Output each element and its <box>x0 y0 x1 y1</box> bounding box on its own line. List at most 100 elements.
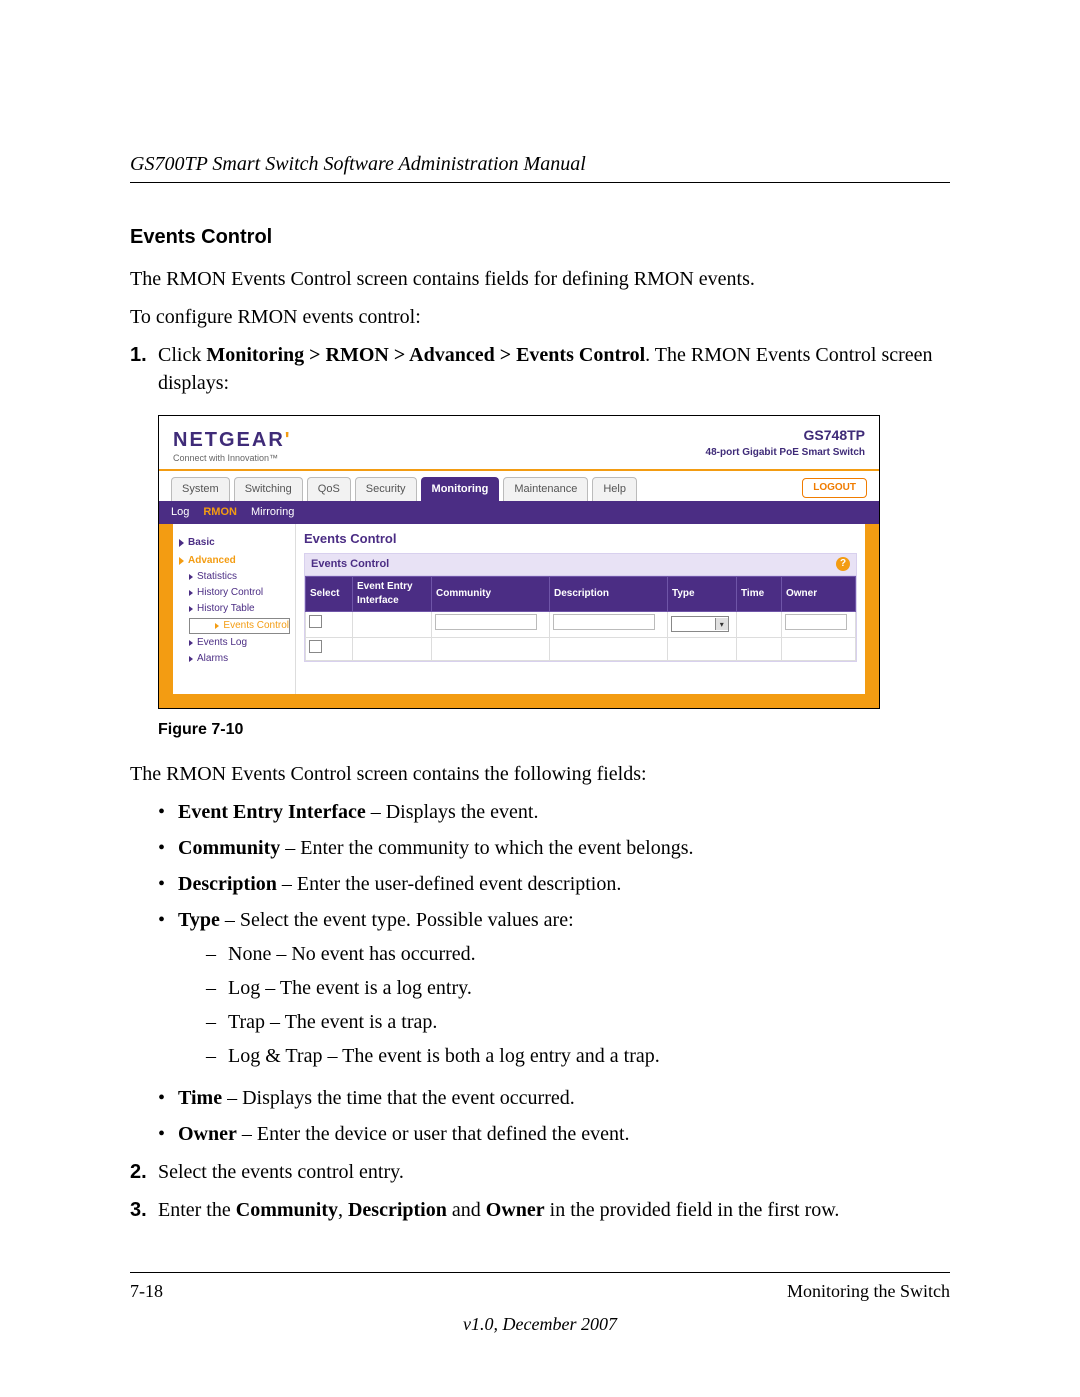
side-basic-label: Basic <box>188 536 215 550</box>
side-history-control[interactable]: History Control <box>189 586 289 600</box>
field-name: Owner <box>178 1123 237 1145</box>
side-nav: Basic Advanced Statistics History Contro… <box>173 524 296 694</box>
tab-switching[interactable]: Switching <box>234 477 303 501</box>
col-time: Time <box>737 576 782 611</box>
subnav-mirroring[interactable]: Mirroring <box>251 505 294 520</box>
running-header: GS700TP Smart Switch Software Administra… <box>130 150 950 183</box>
tab-maintenance[interactable]: Maintenance <box>503 477 588 501</box>
logo-text: NETGEAR <box>173 429 285 451</box>
type-values: –None – No event has occurred. –Log – Th… <box>178 940 950 1070</box>
brand-block: NETGEAR' Connect with Innovation™ <box>173 426 292 465</box>
field-name: Event Entry Interface <box>178 801 366 823</box>
triangle-icon <box>179 539 184 547</box>
field-desc: – Select the event type. Possible values… <box>220 909 574 931</box>
col-description: Description <box>549 576 667 611</box>
cell-select <box>306 637 353 660</box>
tab-monitoring[interactable]: Monitoring <box>421 477 500 501</box>
step3-mid1: , <box>338 1199 348 1221</box>
description-input[interactable] <box>553 614 655 630</box>
step-3: 3. Enter the Community, Description and … <box>130 1196 950 1224</box>
dash-icon: – <box>206 974 228 1002</box>
field-desc: – Displays the time that the event occur… <box>222 1087 575 1109</box>
field-owner: • Owner – Enter the device or user that … <box>158 1120 950 1148</box>
secondary-nav: Log RMON Mirroring <box>159 501 879 524</box>
side-alarms[interactable]: Alarms <box>189 652 289 666</box>
dash-icon: – <box>206 940 228 968</box>
cell-community <box>432 637 550 660</box>
row-checkbox[interactable] <box>309 640 322 653</box>
logout-button[interactable]: LOGOUT <box>802 478 867 498</box>
side-events-log[interactable]: Events Log <box>189 636 289 650</box>
bullet-icon: • <box>158 834 178 862</box>
side-advanced[interactable]: Advanced <box>179 554 289 568</box>
tab-security[interactable]: Security <box>355 477 417 501</box>
step3-post: in the provided field in the first row. <box>545 1199 840 1221</box>
field-desc: – Enter the community to which the event… <box>280 837 693 859</box>
cell-description <box>549 637 667 660</box>
subnav-log[interactable]: Log <box>171 505 189 520</box>
panel-title: Events Control <box>304 530 857 548</box>
intro-paragraph-2: To configure RMON events control: <box>130 303 950 331</box>
side-statistics[interactable]: Statistics <box>189 570 289 584</box>
field-community: • Community – Enter the community to whi… <box>158 834 950 862</box>
step3-b3: Owner <box>486 1199 545 1221</box>
field-name: Time <box>178 1087 222 1109</box>
cell-owner <box>782 611 856 637</box>
side-history-table[interactable]: History Table <box>189 602 289 616</box>
dash-icon: – <box>206 1008 228 1036</box>
step-number: 2. <box>130 1158 158 1186</box>
panel-header-text: Events Control <box>311 557 389 572</box>
col-event-entry: Event Entry Interface <box>353 576 432 611</box>
checkbox-all[interactable] <box>309 615 322 628</box>
cell-description <box>549 611 667 637</box>
side-link-label: History Control <box>197 586 263 600</box>
community-input[interactable] <box>435 614 537 630</box>
cell-select <box>306 611 353 637</box>
side-basic[interactable]: Basic <box>179 536 289 550</box>
field-desc: – Enter the user-defined event descripti… <box>277 873 621 895</box>
help-icon[interactable]: ? <box>836 557 850 571</box>
footer-rule <box>130 1272 950 1273</box>
step1-pre: Click <box>158 344 206 366</box>
brand-tagline: Connect with Innovation™ <box>173 452 292 465</box>
table-header-row: Select Event Entry Interface Community D… <box>306 576 856 611</box>
triangle-icon <box>215 623 219 629</box>
type-none: –None – No event has occurred. <box>206 940 950 968</box>
type-select[interactable]: ▾ <box>671 616 729 632</box>
triangle-icon <box>189 606 193 612</box>
subnav-rmon[interactable]: RMON <box>203 505 237 520</box>
type-text: Trap – The event is a trap. <box>228 1008 437 1036</box>
tab-help[interactable]: Help <box>592 477 637 501</box>
cell-type <box>668 637 737 660</box>
triangle-icon <box>189 640 193 646</box>
step-2: 2. Select the events control entry. <box>130 1158 950 1186</box>
step-text: Select the events control entry. <box>158 1158 950 1186</box>
figure-7-10: NETGEAR' Connect with Innovation™ GS748T… <box>158 415 950 742</box>
intro-paragraph-1: The RMON Events Control screen contains … <box>130 265 950 293</box>
field-time: • Time – Displays the time that the even… <box>158 1084 950 1112</box>
tab-qos[interactable]: QoS <box>307 477 351 501</box>
field-text: Community – Enter the community to which… <box>178 834 950 862</box>
chapter-title: Monitoring the Switch <box>787 1279 950 1304</box>
page-footer: 7-18 Monitoring the Switch v1.0, Decembe… <box>130 1272 950 1337</box>
primary-nav: System Switching QoS Security Monitoring… <box>159 471 879 501</box>
panel-header: Events Control ? <box>305 554 856 576</box>
product-model: GS748TP <box>706 426 865 446</box>
type-log: –Log – The event is a log entry. <box>206 974 950 1002</box>
fields-intro: The RMON Events Control screen contains … <box>130 760 950 788</box>
side-link-label: Alarms <box>197 652 228 666</box>
chevron-down-icon: ▾ <box>715 618 728 630</box>
tab-system[interactable]: System <box>171 477 230 501</box>
side-link-label: Statistics <box>197 570 237 584</box>
field-text: Type – Select the event type. Possible v… <box>178 906 950 1076</box>
step-1: 1. Click Monitoring > RMON > Advanced > … <box>130 341 950 397</box>
field-event-entry-interface: • Event Entry Interface – Displays the e… <box>158 798 950 826</box>
side-events-control[interactable]: Events Control <box>189 618 290 634</box>
field-type: • Type – Select the event type. Possible… <box>158 906 950 1076</box>
field-text: Description – Enter the user-defined eve… <box>178 870 950 898</box>
owner-input[interactable] <box>785 614 847 630</box>
triangle-icon <box>189 656 193 662</box>
product-block: GS748TP 48-port Gigabit PoE Smart Switch <box>706 426 865 460</box>
field-text: Owner – Enter the device or user that de… <box>178 1120 950 1148</box>
side-link-label: Events Control <box>223 619 289 633</box>
